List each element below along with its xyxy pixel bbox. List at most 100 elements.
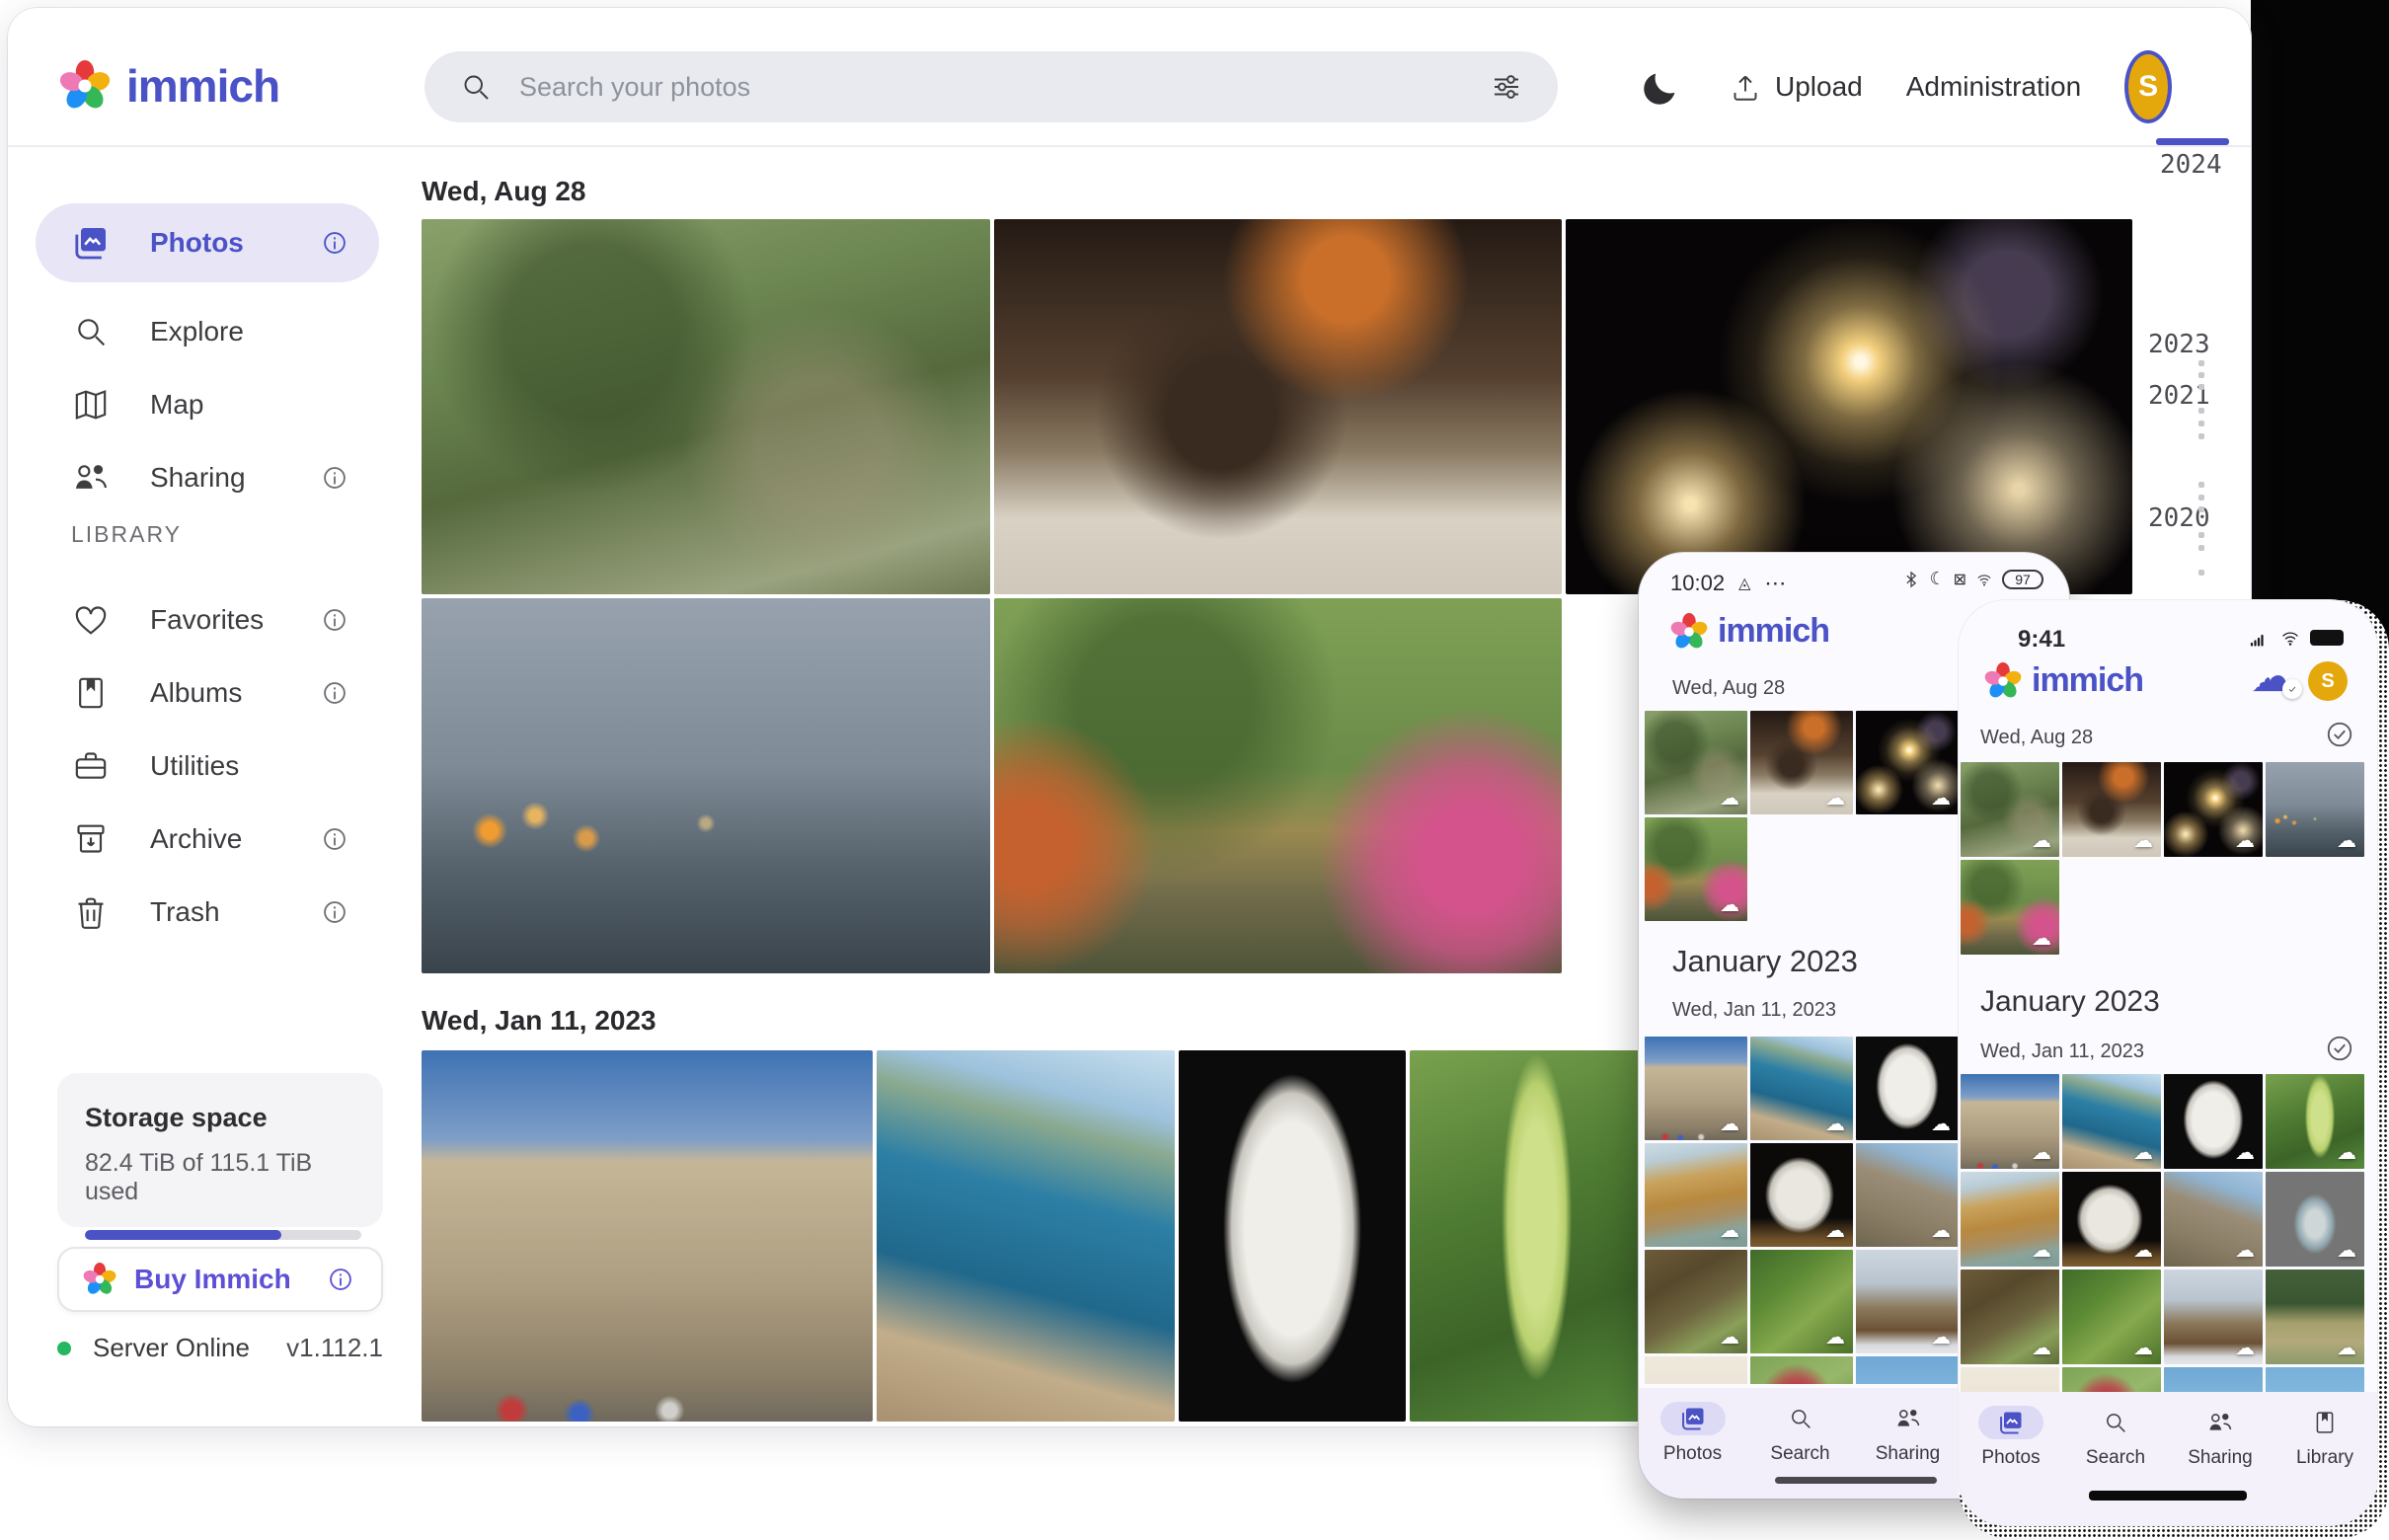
photo-bust[interactable]: ☁ (1856, 1037, 1959, 1140)
photo-ruins[interactable]: ☁ (1856, 1143, 1959, 1247)
dark-mode-moon-icon[interactable] (1639, 64, 1684, 110)
info-icon[interactable] (318, 461, 351, 495)
photo-church[interactable]: ☁ (1856, 1250, 1959, 1353)
photo-autumn[interactable]: ☁ (1645, 817, 1747, 921)
date-header-january: Wed, Jan 11, 2023 (1980, 1040, 2144, 1063)
upload-button[interactable]: Upload (1728, 69, 1863, 105)
photo-autumn[interactable] (994, 598, 1562, 973)
nav-search[interactable]: Search (1753, 1402, 1848, 1499)
sidebar-item-albums[interactable]: Albums (36, 654, 379, 732)
nav-sharing[interactable]: Sharing (2173, 1406, 2268, 1525)
server-status-text: Server Online (93, 1333, 250, 1363)
photo-hands[interactable]: ☁ (2266, 762, 2364, 857)
photo-bust[interactable] (1179, 1050, 1406, 1422)
nav-search[interactable]: Search (2068, 1406, 2163, 1525)
cloud-sync-icon[interactable]: ☁✦ (2251, 655, 2294, 699)
photo-coast[interactable] (877, 1050, 1175, 1422)
timeline-year-2023[interactable]: 2023 (2148, 330, 2210, 359)
photo-dinner[interactable] (994, 219, 1562, 594)
timeline-tick (2198, 545, 2204, 551)
photo-beach[interactable]: ☁ (1961, 1172, 2059, 1267)
photo-monkeys[interactable]: ☁ (1961, 762, 2059, 857)
sidebar-item-utilities[interactable]: Utilities (36, 727, 379, 806)
home-indicator[interactable] (1775, 1477, 1937, 1484)
nav-photos[interactable]: Photos (1646, 1402, 1740, 1499)
photo-farm[interactable]: ☁ (2266, 1270, 2364, 1364)
photo-lizard1[interactable]: ☁ (1645, 1250, 1747, 1353)
photo-monkeys[interactable]: ☁ (1645, 711, 1747, 814)
buy-immich-button[interactable]: Buy Immich (57, 1247, 383, 1312)
app-logo[interactable]: immich (59, 59, 279, 113)
search-bar[interactable] (424, 51, 1558, 122)
photo-ruins[interactable]: ☁ (2164, 1172, 2263, 1267)
info-icon[interactable] (318, 895, 351, 929)
user-avatar[interactable]: S (2124, 50, 2172, 123)
photo-sky1[interactable] (2164, 1367, 2263, 1395)
nav-library[interactable]: Library (2277, 1406, 2372, 1525)
photo-bust[interactable]: ☁ (2164, 1074, 2263, 1169)
cloud-backup-icon: ☁ (1825, 786, 1845, 810)
cloud-backup-icon: ☁ (1720, 1112, 1739, 1136)
nav-sharing[interactable]: Sharing (1861, 1402, 1956, 1499)
cloud-backup-icon: ☁ (2133, 828, 2153, 853)
people-icon (1876, 1402, 1941, 1435)
battery-icon (2310, 630, 2344, 646)
photo-dinner[interactable]: ☁ (2062, 762, 2161, 857)
photo-lizard1[interactable]: ☁ (1961, 1270, 2059, 1364)
info-icon[interactable] (324, 1263, 357, 1296)
timeline-tick (2198, 570, 2204, 576)
photo-fireworks[interactable] (1566, 219, 2132, 594)
sidebar-item-sharing[interactable]: Sharing (36, 438, 379, 517)
sidebar-item-photos[interactable]: Photos (36, 203, 379, 282)
info-icon[interactable] (318, 603, 351, 637)
photo-ornament[interactable]: ☁ (2266, 1172, 2364, 1267)
info-icon[interactable] (318, 676, 351, 710)
user-avatar[interactable]: S (2308, 661, 2348, 701)
timeline-tick (2198, 482, 2204, 488)
search-input[interactable] (519, 72, 1463, 103)
photo-church[interactable]: ☁ (2164, 1270, 2263, 1364)
photo-dinner[interactable]: ☁ (1750, 711, 1853, 814)
select-all-check-icon[interactable] (2322, 717, 2357, 757)
photo-lizard2[interactable]: ☁ (1750, 1250, 1853, 1353)
filter-sliders-icon[interactable] (1489, 69, 1524, 105)
photo-sky2[interactable] (2266, 1367, 2364, 1395)
photo-fireworks[interactable]: ☁ (2164, 762, 2263, 857)
info-icon[interactable] (318, 226, 351, 260)
photo-hands[interactable] (422, 598, 990, 973)
sidebar-item-favorites[interactable]: Favorites (36, 580, 379, 659)
timeline-active-year[interactable]: 2024 (2160, 150, 2222, 180)
cloud-backup-icon: ☁ (1931, 1325, 1951, 1349)
select-all-check-icon[interactable] (2322, 1031, 2357, 1071)
photo-sculpture[interactable]: ☁ (1750, 1143, 1853, 1247)
photo-sculpture[interactable]: ☁ (2062, 1172, 2161, 1267)
photo-flowers[interactable] (1750, 1356, 1853, 1384)
search-icon (1768, 1402, 1833, 1435)
photo-coast[interactable]: ☁ (1750, 1037, 1853, 1140)
photo-monkeys[interactable] (422, 219, 990, 594)
home-indicator[interactable] (2089, 1491, 2247, 1501)
photo-autumn[interactable]: ☁ (1961, 860, 2059, 955)
photo-sky1[interactable] (1856, 1356, 1959, 1384)
sidebar-item-archive[interactable]: Archive (36, 800, 379, 879)
photo-beach[interactable]: ☁ (1645, 1143, 1747, 1247)
info-icon[interactable] (318, 822, 351, 856)
server-status-dot (57, 1342, 71, 1355)
photo-flowers[interactable] (2062, 1367, 2161, 1395)
timeline-scrubber-handle[interactable] (2156, 138, 2229, 145)
photo-lizard2[interactable]: ☁ (2062, 1270, 2161, 1364)
sidebar-item-explore[interactable]: Explore (36, 292, 379, 371)
photo-coast[interactable]: ☁ (2062, 1074, 2161, 1169)
administration-link[interactable]: Administration (1906, 71, 2081, 103)
photo-castle[interactable] (422, 1050, 873, 1422)
photo-pale[interactable] (1961, 1367, 2059, 1395)
photo-plant[interactable]: ☁ (2266, 1074, 2364, 1169)
sidebar-item-map[interactable]: Map (36, 365, 379, 444)
photo-castle[interactable]: ☁ (1961, 1074, 2059, 1169)
sidebar-item-trash[interactable]: Trash (36, 873, 379, 952)
photo-pale[interactable] (1645, 1356, 1747, 1384)
photo-castle[interactable]: ☁ (1645, 1037, 1747, 1140)
photo-fireworks[interactable]: ☁ (1856, 711, 1959, 814)
nav-photos[interactable]: Photos (1964, 1406, 2058, 1525)
photo-plant[interactable] (1410, 1050, 1641, 1422)
